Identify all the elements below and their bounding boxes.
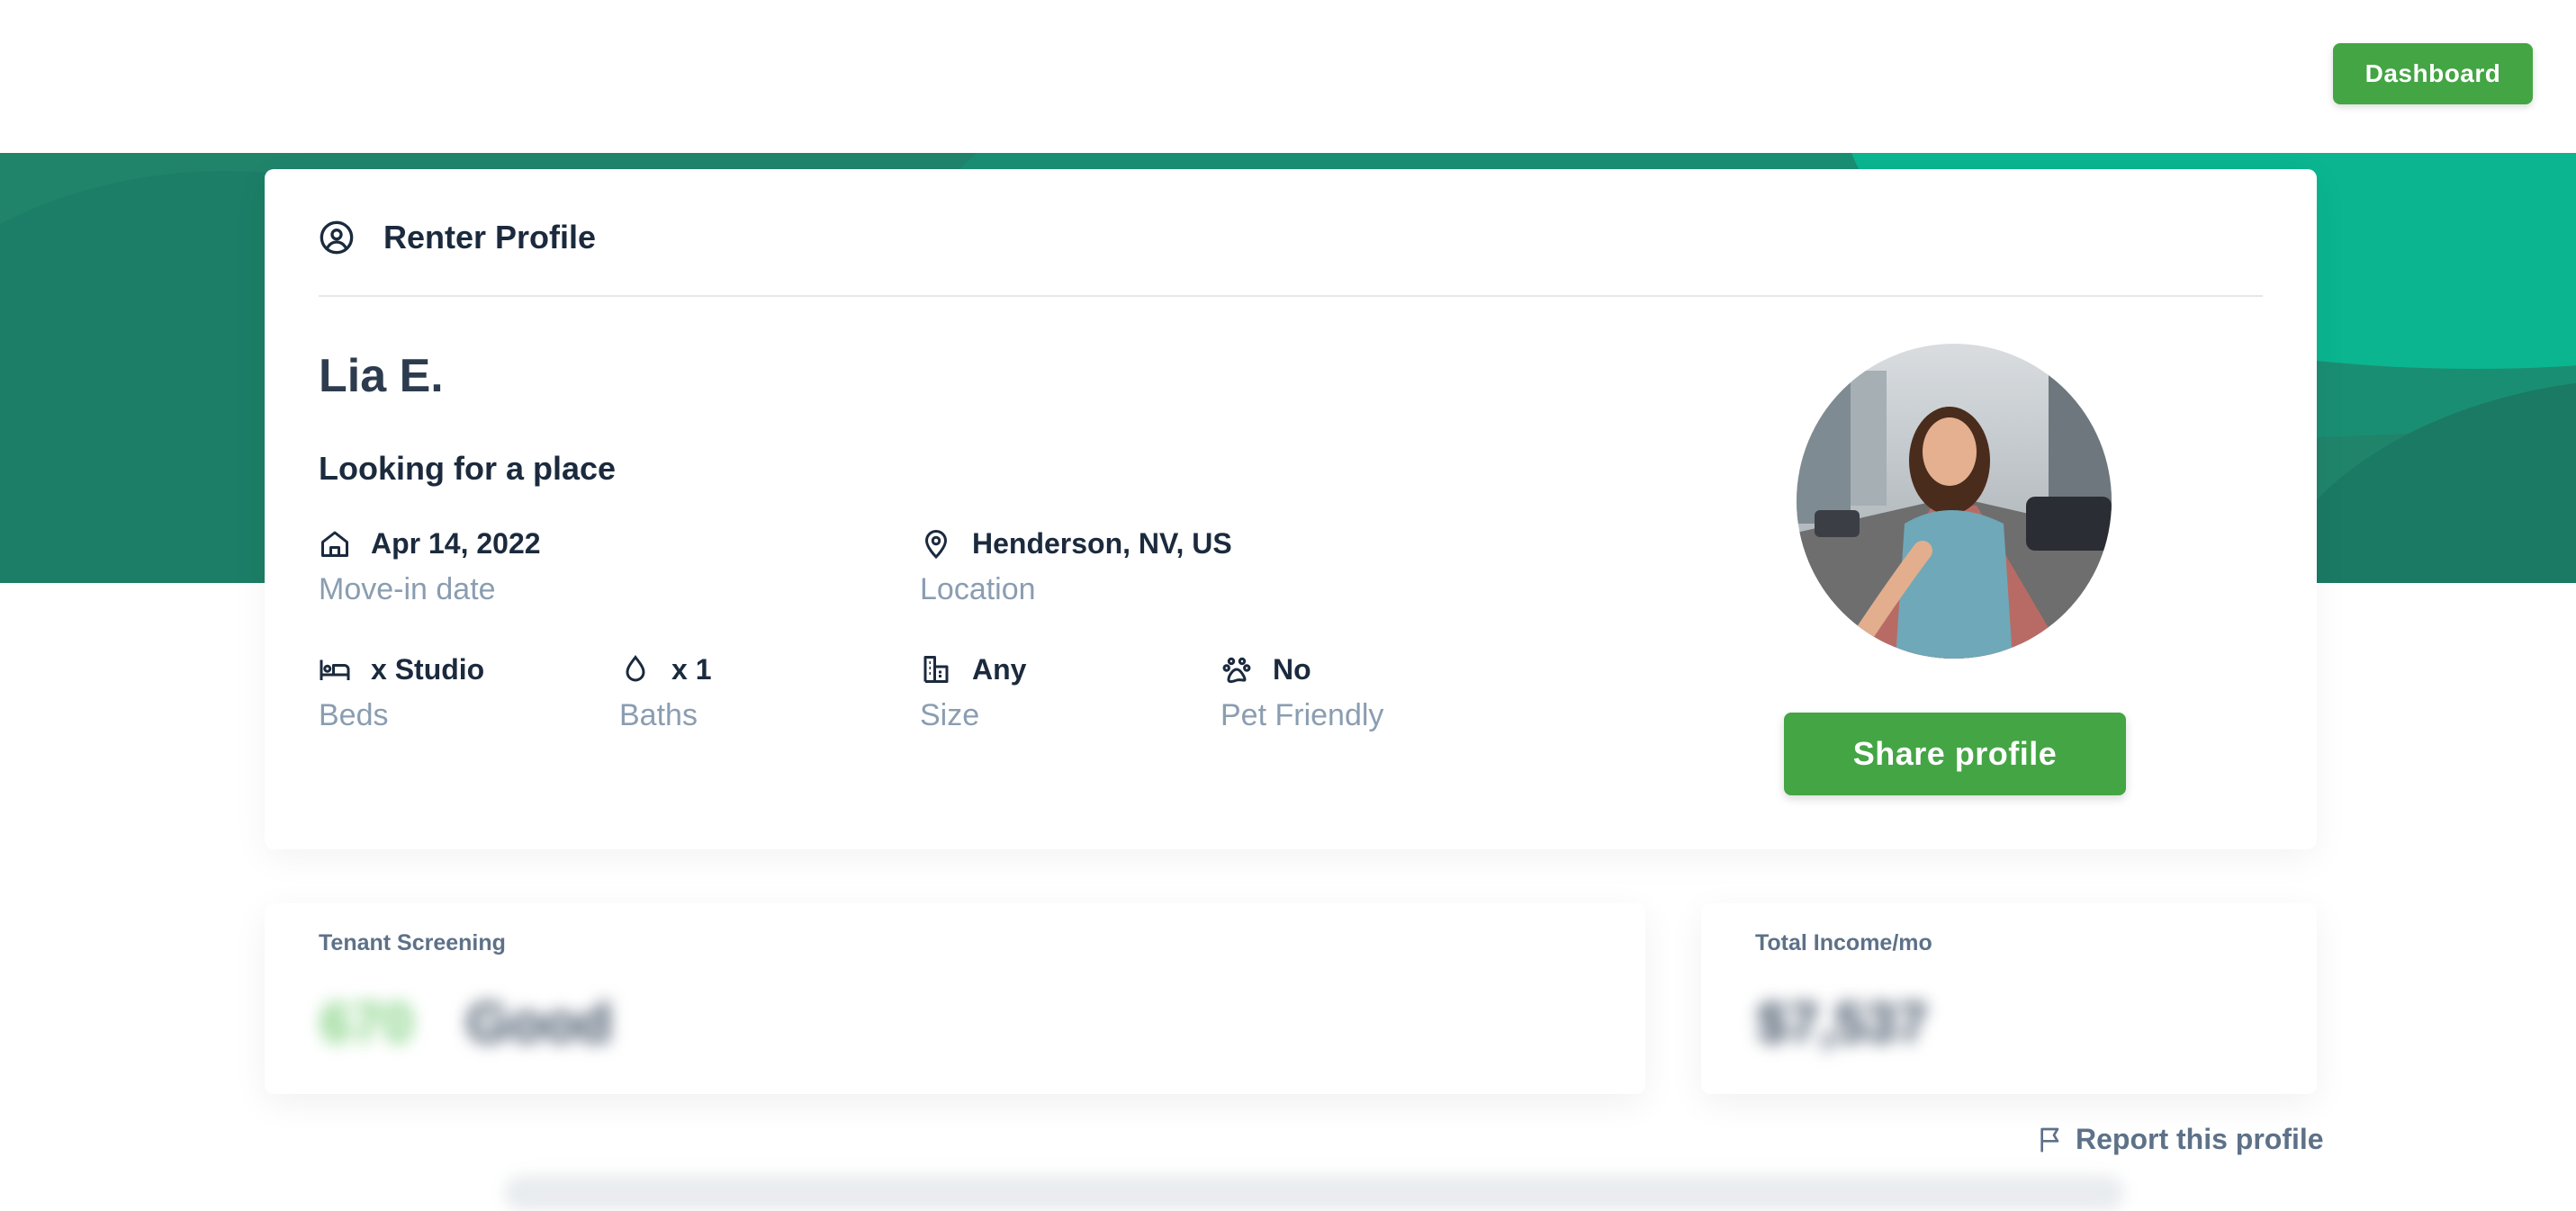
location-label: Location [920,572,1036,606]
search-status: Looking for a place [319,450,617,487]
total-income-value: $7,537 [1757,992,1928,1054]
avatar [1797,344,2112,659]
paw-icon [1222,657,1251,684]
baths-field: x 1 Baths [619,650,711,733]
beds-label: Beds [319,698,389,732]
report-profile-link[interactable]: Report this profile [2036,1123,2324,1156]
screening-rating: Good [466,992,612,1054]
pet-friendly-value: No [1273,652,1311,686]
location-pin-icon [924,530,948,560]
share-profile-button[interactable]: Share profile [1784,713,2126,795]
bed-icon [320,659,350,680]
total-income-card: Total Income/mo $7,537 [1701,903,2317,1094]
baths-label: Baths [619,698,698,732]
size-value: Any [972,652,1027,686]
pet-friendly-label: Pet Friendly [1220,698,1384,732]
screening-score-badge: 670 [320,992,414,1054]
flag-icon [2040,1127,2059,1152]
beds-field: x Studio Beds [319,650,484,733]
size-label: Size [920,698,980,732]
card-title: Renter Profile [383,219,597,256]
user-circle-icon [320,220,354,255]
beds-value: x Studio [371,652,485,686]
move-in-field: Apr 14, 2022 Move-in date [319,524,541,607]
size-field: Any Size [920,650,1026,733]
move-in-value: Apr 14, 2022 [371,526,541,560]
drop-icon [626,655,645,682]
location-value: Henderson, NV, US [972,526,1232,560]
tenant-screening-label: Tenant Screening [319,930,506,955]
bottom-shadow [504,1175,2124,1211]
dashboard-button[interactable]: Dashboard [2333,43,2533,104]
card-header: Renter Profile [319,207,2263,297]
pet-friendly-field: No Pet Friendly [1220,650,1383,733]
renter-profile-card: Renter Profile Lia E. Looking for a plac… [265,169,2317,849]
tenant-screening-card: Tenant Screening 670 Good [265,903,1645,1094]
home-icon [321,531,348,557]
move-in-label: Move-in date [319,572,496,606]
total-income-label: Total Income/mo [1755,930,1932,955]
renter-name: Lia E. [319,350,444,402]
top-bar: Dashboard [0,0,2576,153]
building-icon [923,656,949,683]
baths-value: x 1 [671,652,712,686]
report-profile-label: Report this profile [2076,1123,2324,1155]
location-field: Henderson, NV, US Location [920,524,1232,607]
